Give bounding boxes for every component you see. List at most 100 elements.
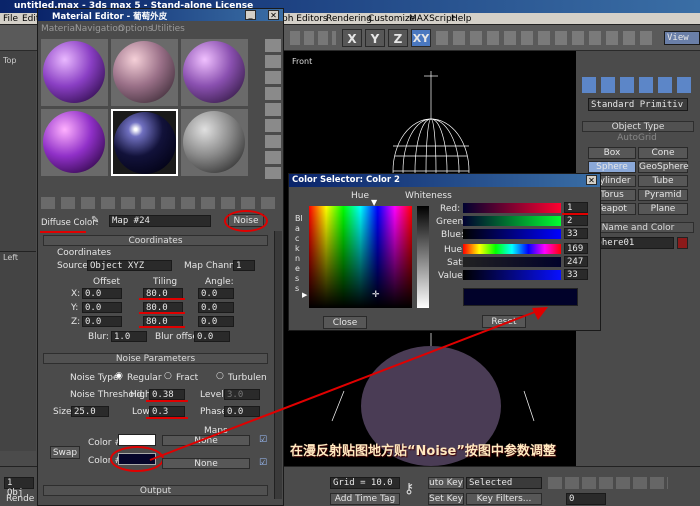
color1-map-checkbox[interactable]: ☑ [259, 435, 267, 445]
sat-slider[interactable] [463, 257, 561, 267]
box-button[interactable]: Box [588, 147, 636, 159]
offset-y-field[interactable]: 0.0 [82, 302, 122, 313]
offset-z-field[interactable]: 0.0 [82, 316, 122, 327]
material-editor-scrollbar[interactable] [274, 231, 282, 499]
angle-x-field[interactable]: 0.0 [198, 288, 234, 299]
object-color-swatch[interactable] [677, 237, 688, 249]
close-window-button[interactable]: ✕ [268, 10, 279, 20]
green-slider[interactable] [463, 216, 561, 226]
sample-slot-2[interactable] [111, 39, 178, 106]
reset-button[interactable]: Reset [482, 315, 526, 328]
axis-x-button[interactable]: X [342, 29, 362, 47]
primitive-type-dropdown[interactable]: Standard Primitiv [588, 98, 688, 111]
color2-map-checkbox[interactable]: ☑ [259, 458, 267, 468]
red-field[interactable]: 1 [564, 202, 588, 213]
blur-offset-field[interactable]: 0.0 [194, 331, 230, 342]
playback-controls[interactable] [548, 477, 668, 489]
tiling-label: Tiling [153, 277, 178, 287]
hue-whiteness-picker[interactable]: ✛ [309, 206, 412, 308]
color1-swatch[interactable] [118, 434, 156, 446]
blue-field[interactable]: 33 [564, 228, 588, 239]
axis-z-button[interactable]: Z [388, 29, 408, 47]
add-time-tag-button[interactable]: Add Time Tag [330, 493, 400, 505]
high-field[interactable]: 0.38 [149, 389, 185, 400]
menu-options[interactable]: Options [118, 24, 153, 34]
radio-fractal-icon[interactable]: ○ [164, 371, 172, 381]
output-rollout[interactable]: Output [43, 485, 268, 496]
viewport-top[interactable] [0, 51, 36, 251]
side-toolbar [265, 39, 281, 179]
phase-field[interactable]: 0.0 [224, 406, 260, 417]
blue-label: Blue: [441, 230, 464, 240]
material-editor-title: Material Editor - 葡萄外皮 [52, 12, 168, 22]
value-slider[interactable] [463, 270, 561, 280]
coordinates-rollout[interactable]: Coordinates [43, 235, 268, 246]
levels-field[interactable]: 3.0 [224, 389, 260, 400]
menu-maxscript[interactable]: MAXScript [409, 14, 455, 24]
key-filters-button[interactable]: Key Filters... [466, 493, 542, 505]
menu-material[interactable]: Material [41, 24, 78, 34]
sat-field[interactable]: 247 [564, 256, 588, 267]
viewport-left[interactable] [0, 251, 36, 451]
menu-help[interactable]: Help [451, 14, 472, 24]
map-channel-field[interactable]: 1 [233, 260, 255, 271]
frame-field[interactable]: 0 [566, 493, 606, 505]
annotation-underline-tiling-2 [139, 312, 185, 314]
minimize-button[interactable]: _ [245, 10, 256, 20]
green-field[interactable]: 2 [564, 215, 588, 226]
hue-slider[interactable] [463, 244, 561, 254]
menu-navigation[interactable]: Navigation [75, 24, 124, 34]
cone-button[interactable]: Cone [638, 147, 688, 159]
menu-graph-editors[interactable]: ph Editors [282, 14, 328, 24]
tube-button[interactable]: Tube [638, 175, 688, 187]
radio-turbulence-icon[interactable]: ○ [216, 371, 224, 381]
key-icon[interactable]: ⚷ [404, 481, 424, 499]
map-name-field[interactable]: Map #24 [109, 215, 211, 227]
angle-y-field[interactable]: 0.0 [198, 302, 234, 313]
object-type-rollout[interactable]: Object Type [582, 121, 694, 132]
swap-button[interactable]: Swap [50, 446, 80, 459]
value-label: Value: [438, 271, 466, 281]
value-field[interactable]: 33 [564, 269, 588, 280]
color-selector-close-icon[interactable]: ✕ [586, 175, 597, 185]
sample-slot-6[interactable] [181, 109, 248, 176]
blue-slider[interactable] [463, 229, 561, 239]
size-field[interactable]: 25.0 [71, 406, 109, 417]
plane-button[interactable]: Plane [638, 203, 688, 215]
color2-map-button[interactable]: None [162, 458, 250, 469]
material-editor-window: Material Editor - 葡萄外皮 _ ✕ Material Navi… [37, 8, 284, 506]
blur-field[interactable]: 1.0 [111, 331, 147, 342]
selected-dropdown[interactable]: Selected [466, 477, 542, 489]
sample-slot-5[interactable] [111, 109, 178, 176]
menu-utilities[interactable]: Utilities [151, 24, 185, 34]
low-field[interactable]: 0.3 [149, 406, 185, 417]
pyramid-button[interactable]: Pyramid [638, 189, 688, 201]
autogrid-checkbox[interactable]: AutoGrid [606, 134, 668, 144]
angle-z-field[interactable]: 0.0 [198, 316, 234, 327]
sample-slot-4[interactable] [41, 109, 108, 176]
sample-slot-3[interactable] [181, 39, 248, 106]
noise-parameters-rollout[interactable]: Noise Parameters [43, 353, 268, 364]
viewport-left-label: Left [3, 253, 19, 262]
view-dropdown[interactable]: View [664, 31, 700, 45]
close-button[interactable]: Close [323, 316, 367, 329]
axis-y-button[interactable]: Y [365, 29, 385, 47]
pick-material-icon[interactable]: ✎ [91, 215, 103, 227]
set-key-button[interactable]: Set Key [428, 493, 464, 505]
radio-regular-icon[interactable]: ◉ [115, 371, 123, 381]
whiteness-bar[interactable] [417, 206, 429, 308]
red-slider[interactable] [463, 203, 561, 213]
menu-file[interactable]: File [3, 14, 18, 24]
hue-field[interactable]: 169 [564, 243, 588, 254]
auto-key-button[interactable]: uto Key [428, 477, 464, 489]
annotation-circle-color2 [110, 446, 164, 472]
axis-xy-button[interactable]: XY [411, 29, 431, 47]
sphere-button[interactable]: Sphere [588, 161, 636, 173]
color1-map-button[interactable]: None [162, 435, 250, 446]
menu-rendering[interactable]: Rendering [326, 14, 372, 24]
noise-type-label: Noise Type: [70, 373, 122, 383]
sample-slot-1[interactable] [41, 39, 108, 106]
geosphere-button[interactable]: GeoSphere [638, 161, 689, 173]
source-dropdown[interactable]: Object XYZ [87, 260, 172, 271]
offset-x-field[interactable]: 0.0 [82, 288, 122, 299]
